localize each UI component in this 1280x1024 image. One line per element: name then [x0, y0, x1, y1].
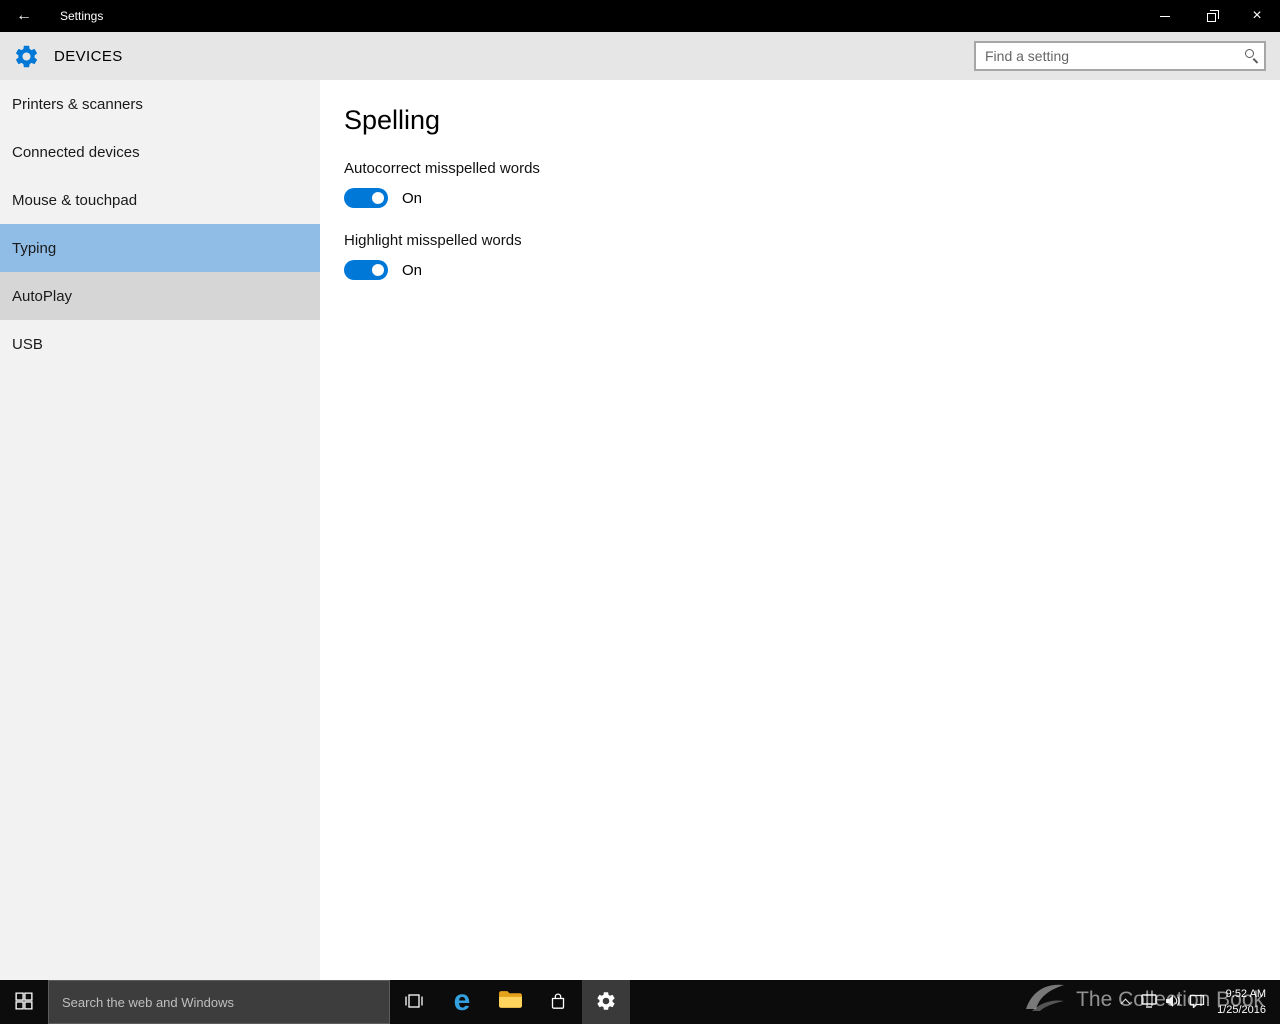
taskbar-clock[interactable]: 9:52 AM 1/25/2016: [1209, 986, 1276, 1019]
network-tray-button[interactable]: [1137, 980, 1161, 1024]
windows-logo-icon: [15, 992, 33, 1013]
sidebar-item-usb[interactable]: USB: [0, 320, 320, 368]
system-tray: 9:52 AM 1/25/2016: [1113, 980, 1280, 1024]
settings-taskbar-button[interactable]: [582, 980, 630, 1024]
start-button[interactable]: [0, 980, 48, 1024]
file-explorer-button[interactable]: [486, 980, 534, 1024]
sidebar-item-label: USB: [12, 336, 43, 353]
content-pane: Spelling Autocorrect misspelled words On…: [320, 80, 1280, 980]
volume-icon: [1165, 994, 1181, 1011]
watermark-logo: [1022, 981, 1068, 1019]
search-icon[interactable]: [1245, 49, 1254, 58]
taskbar: e: [0, 980, 1280, 1024]
close-icon: ×: [1252, 7, 1261, 25]
tray-expand-button[interactable]: [1113, 980, 1137, 1024]
sidebar-item-connected-devices[interactable]: Connected devices: [0, 128, 320, 176]
sidebar-item-label: Mouse & touchpad: [12, 192, 137, 209]
toggle-row: On: [344, 260, 1280, 280]
taskbar-search-input[interactable]: [48, 980, 390, 1024]
clock-date: 1/25/2016: [1217, 1002, 1266, 1019]
store-button[interactable]: [534, 980, 582, 1024]
action-center-icon: [1189, 994, 1205, 1011]
back-arrow-icon: ←: [16, 7, 32, 24]
clock-time: 9:52 AM: [1217, 986, 1266, 1003]
toggle-state-label: On: [402, 190, 422, 207]
task-view-button[interactable]: [390, 980, 438, 1024]
setting-label: Highlight misspelled words: [344, 232, 1280, 249]
sidebar: Printers & scanners Connected devices Mo…: [0, 80, 320, 980]
window-title: Settings: [60, 9, 103, 23]
settings-window: ← Settings × DEVICES Printers & scanners…: [0, 0, 1280, 1024]
toggle-knob: [372, 192, 384, 204]
toggle-row: On: [344, 188, 1280, 208]
restore-icon: [1207, 13, 1216, 22]
highlight-toggle[interactable]: [344, 260, 388, 280]
setting-autocorrect: Autocorrect misspelled words On: [344, 160, 1280, 208]
app-body: Printers & scanners Connected devices Mo…: [0, 80, 1280, 980]
edge-button[interactable]: e: [438, 980, 486, 1024]
toggle-state-label: On: [402, 262, 422, 279]
settings-gear-icon: [595, 990, 617, 1015]
titlebar: ← Settings ×: [0, 0, 1280, 32]
sidebar-item-label: AutoPlay: [12, 288, 72, 305]
close-button[interactable]: ×: [1234, 0, 1280, 32]
volume-tray-button[interactable]: [1161, 980, 1185, 1024]
find-setting-box: [974, 41, 1266, 71]
sidebar-item-autoplay[interactable]: AutoPlay: [0, 272, 320, 320]
app-header: DEVICES: [0, 32, 1280, 80]
sidebar-item-typing[interactable]: Typing: [0, 224, 320, 272]
setting-label: Autocorrect misspelled words: [344, 160, 1280, 177]
edge-icon: e: [454, 986, 471, 1016]
section-title: Spelling: [344, 105, 1280, 136]
autocorrect-toggle[interactable]: [344, 188, 388, 208]
sidebar-item-mouse-touchpad[interactable]: Mouse & touchpad: [0, 176, 320, 224]
action-center-button[interactable]: [1185, 980, 1209, 1024]
minimize-button[interactable]: [1142, 0, 1188, 32]
minimize-icon: [1160, 16, 1170, 17]
file-explorer-icon: [498, 990, 523, 1014]
chevron-up-icon: [1120, 999, 1130, 1009]
network-icon: [1141, 994, 1157, 1011]
setting-highlight: Highlight misspelled words On: [344, 232, 1280, 280]
back-button[interactable]: ←: [0, 0, 48, 32]
page-title: DEVICES: [54, 48, 123, 65]
find-setting-input[interactable]: [976, 43, 1264, 69]
settings-gear-icon: [13, 43, 40, 70]
restore-button[interactable]: [1188, 0, 1234, 32]
store-icon: [548, 991, 568, 1014]
sidebar-item-printers-scanners[interactable]: Printers & scanners: [0, 80, 320, 128]
sidebar-item-label: Typing: [12, 240, 56, 257]
toggle-knob: [372, 264, 384, 276]
sidebar-item-label: Printers & scanners: [12, 96, 143, 113]
task-view-icon: [404, 992, 424, 1013]
caption-buttons: ×: [1142, 0, 1280, 32]
sidebar-item-label: Connected devices: [12, 144, 140, 161]
taskbar-search: [48, 980, 390, 1024]
